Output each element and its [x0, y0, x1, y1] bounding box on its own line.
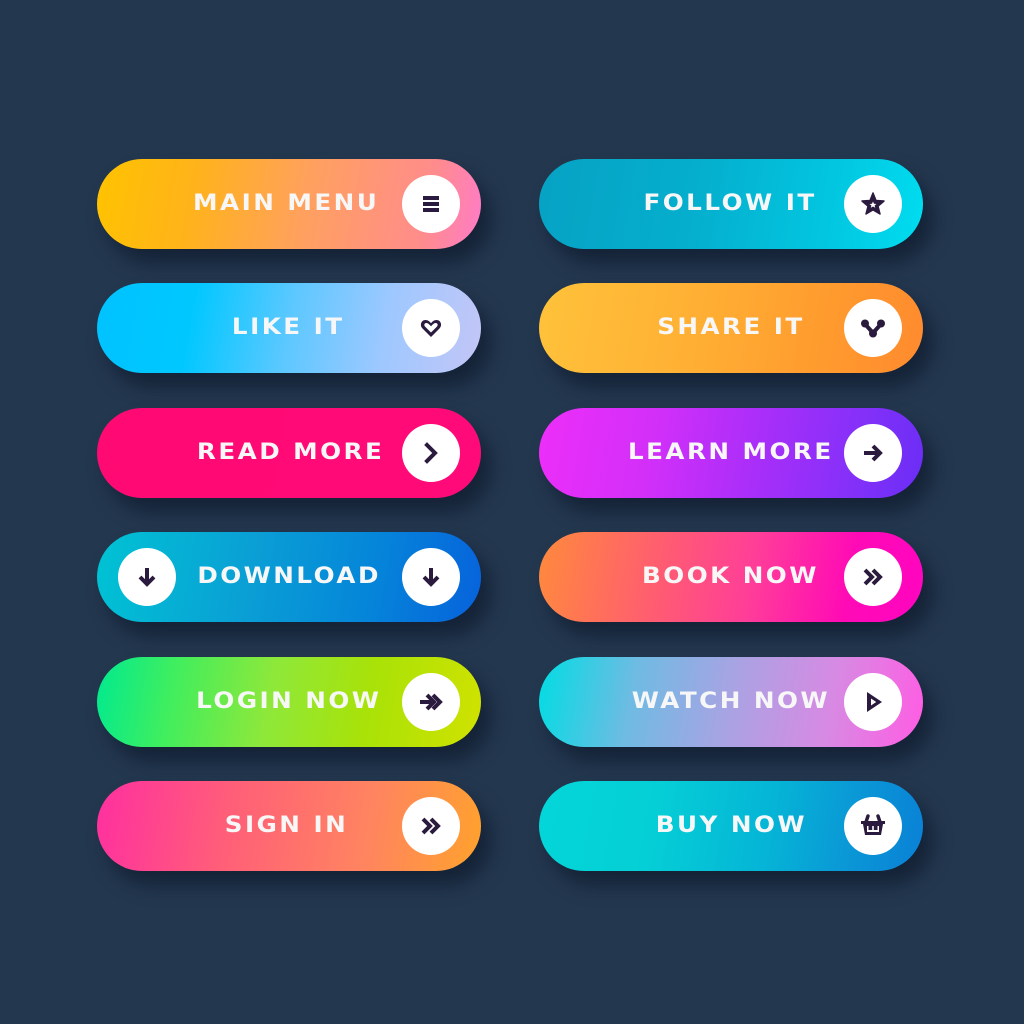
main-menu-label: MAIN MENU	[192, 191, 379, 216]
like-it-button[interactable]: LIKE IT	[97, 283, 481, 373]
login-now-button[interactable]: LOGIN NOW	[97, 657, 481, 747]
sign-in-button[interactable]: SIGN IN	[97, 781, 481, 871]
download-label: DOWNLOAD	[197, 564, 381, 589]
learn-more-label: LEARN MORE	[628, 440, 834, 465]
buy-now-label: BUY NOW	[655, 813, 807, 838]
arrow-down-icon	[402, 548, 460, 606]
star-icon	[844, 175, 902, 233]
follow-it-label: FOLLOW IT	[643, 191, 817, 216]
book-now-label: BOOK NOW	[642, 564, 819, 589]
sign-in-label: SIGN IN	[224, 813, 348, 838]
chevron-right-icon	[402, 424, 460, 482]
watch-now-label: WATCH NOW	[631, 689, 830, 714]
buy-now-button[interactable]: BUY NOW	[539, 781, 923, 871]
heart-icon	[402, 299, 460, 357]
book-now-button[interactable]: BOOK NOW	[539, 532, 923, 622]
follow-it-button[interactable]: FOLLOW IT	[539, 159, 923, 249]
watch-now-button[interactable]: WATCH NOW	[539, 657, 923, 747]
shopping-basket-icon	[844, 797, 902, 855]
share-it-label: SHARE IT	[657, 315, 805, 340]
play-icon	[844, 673, 902, 731]
download-button[interactable]: DOWNLOAD	[97, 532, 481, 622]
share-it-button[interactable]: SHARE IT	[539, 283, 923, 373]
main-menu-button[interactable]: MAIN MENU	[97, 159, 481, 249]
arrow-right-icon	[844, 424, 902, 482]
login-now-label: LOGIN NOW	[195, 689, 381, 714]
read-more-label: READ MORE	[196, 440, 384, 465]
share-nodes-icon	[844, 299, 902, 357]
arrow-right-double-icon	[402, 673, 460, 731]
double-chevron-right-icon	[402, 797, 460, 855]
like-it-label: LIKE IT	[232, 315, 345, 340]
arrow-down-icon	[118, 548, 176, 606]
double-chevron-right-icon	[844, 548, 902, 606]
hamburger-menu-icon	[402, 175, 460, 233]
read-more-button[interactable]: READ MORE	[97, 408, 481, 498]
learn-more-button[interactable]: LEARN MORE	[539, 408, 923, 498]
